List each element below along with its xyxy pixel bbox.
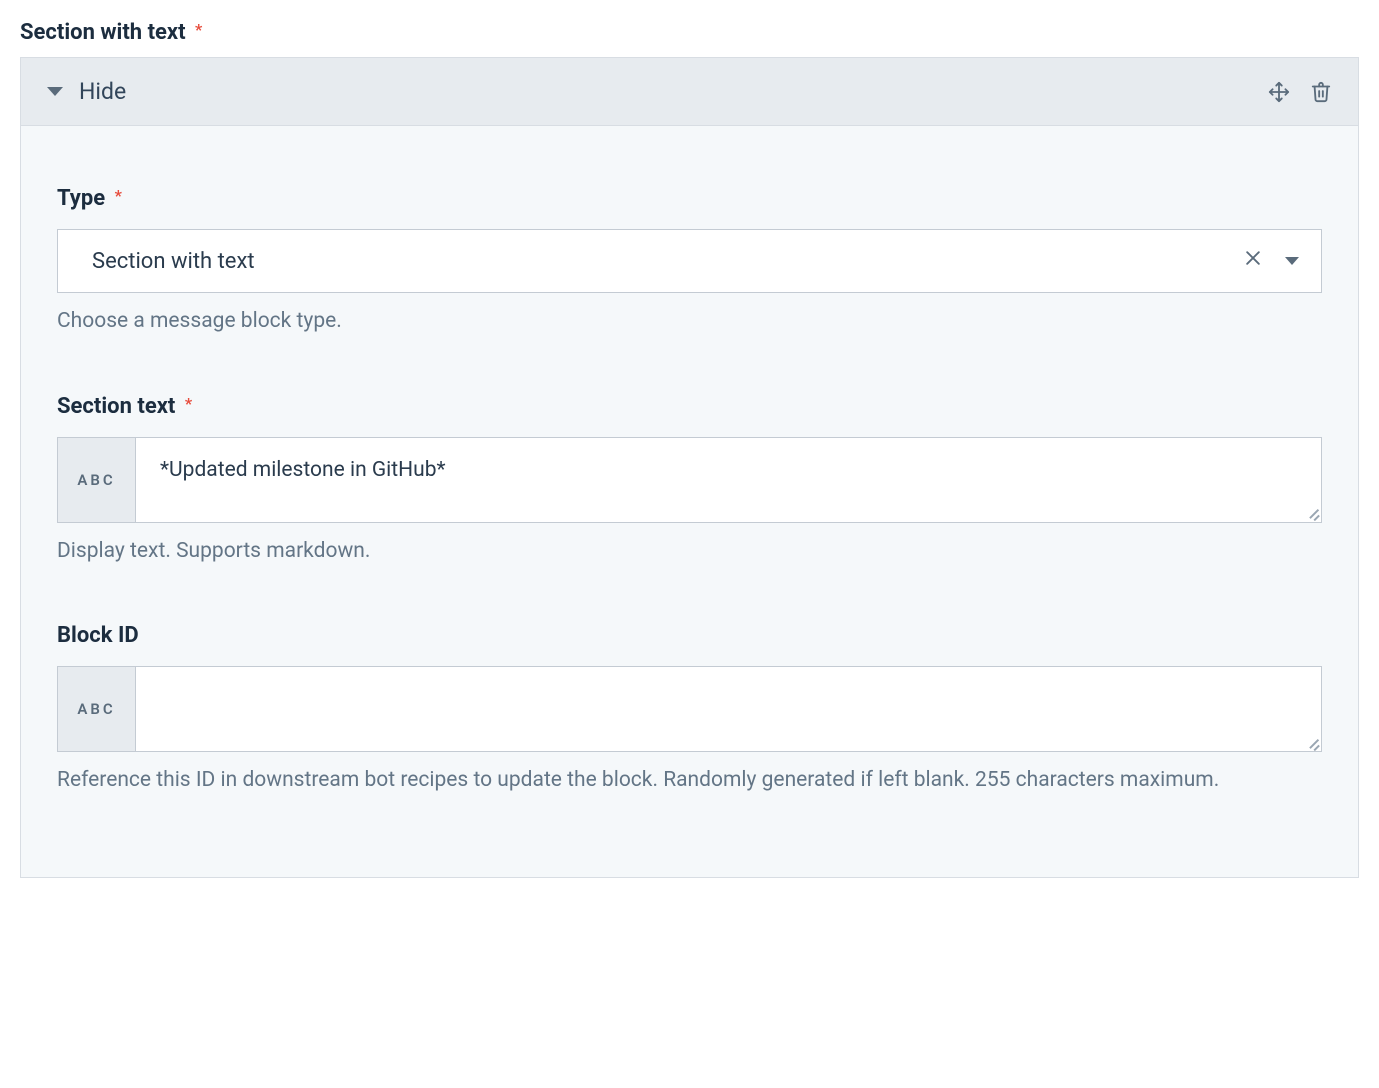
section-panel: Hide <box>20 57 1359 878</box>
section-title-text: Section with text <box>20 20 186 45</box>
type-label: Type * <box>57 186 1322 211</box>
trash-icon <box>1310 81 1332 103</box>
section-title: Section with text * <box>20 20 1359 45</box>
block-id-input[interactable] <box>136 667 1321 745</box>
block-id-field: Block ID ABC Reference this ID in downst… <box>57 623 1322 797</box>
type-help-text: Choose a message block type. <box>57 305 1322 338</box>
section-text-label: Section text * <box>57 394 1322 419</box>
delete-button[interactable] <box>1310 81 1332 103</box>
text-prefix-badge: ABC <box>58 667 136 751</box>
section-text-input[interactable] <box>136 438 1321 516</box>
block-id-input-row: ABC <box>57 666 1322 752</box>
block-id-label: Block ID <box>57 623 1322 648</box>
section-text-label-text: Section text <box>57 394 175 419</box>
panel-header: Hide <box>21 58 1358 126</box>
type-field: Type * Section with text Choose a messag… <box>57 186 1322 338</box>
section-text-field: Section text * ABC Display text. Support… <box>57 394 1322 568</box>
block-id-help: Reference this ID in downstream bot reci… <box>57 764 1322 797</box>
type-select[interactable]: Section with text <box>57 229 1322 293</box>
move-icon <box>1268 81 1290 103</box>
text-prefix-badge: ABC <box>58 438 136 522</box>
required-asterisk-icon: * <box>195 20 202 39</box>
collapse-label: Hide <box>79 78 126 105</box>
type-label-text: Type <box>57 186 105 211</box>
required-asterisk-icon: * <box>115 186 122 205</box>
type-select-value: Section with text <box>92 249 1243 274</box>
block-id-label-text: Block ID <box>57 623 139 648</box>
required-asterisk-icon: * <box>185 394 192 413</box>
section-text-input-row: ABC <box>57 437 1322 523</box>
move-button[interactable] <box>1268 81 1290 103</box>
close-icon <box>1243 248 1263 268</box>
section-text-help: Display text. Supports markdown. <box>57 535 1322 568</box>
chevron-down-icon <box>1285 257 1299 265</box>
chevron-down-icon <box>47 87 63 96</box>
clear-type-button[interactable] <box>1243 248 1263 274</box>
panel-body: Type * Section with text Choose a messag… <box>21 126 1358 877</box>
panel-collapse-toggle[interactable]: Hide <box>47 78 1268 105</box>
